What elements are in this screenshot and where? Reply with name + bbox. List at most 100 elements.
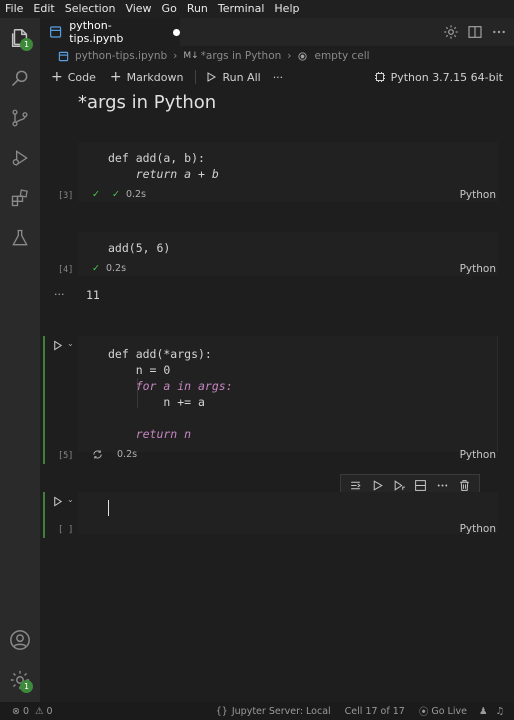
- kernel-label: Python 3.7.15 64-bit: [390, 70, 503, 84]
- breadcrumb-file[interactable]: python-tips.ipynb: [75, 50, 167, 62]
- status-bar: ⊗ 0 ⚠ 0 {} Jupyter Server: Local Cell 17…: [0, 702, 514, 720]
- unsaved-dot-icon[interactable]: [173, 28, 180, 36]
- warning-icon: ⚠: [35, 705, 44, 717]
- add-code-label: Code: [67, 70, 96, 84]
- account-icon[interactable]: [8, 628, 32, 652]
- chevron-down-icon[interactable]: ⌄: [67, 495, 74, 504]
- gear-icon[interactable]: [443, 24, 459, 40]
- notebook-toolbar: + Code + Markdown Run All ··· Python 3.7…: [40, 66, 514, 88]
- breadcrumb-cell[interactable]: empty cell: [314, 50, 369, 62]
- cell-icon: [298, 51, 308, 61]
- execution-count: [5]: [58, 451, 74, 461]
- plus-icon: +: [51, 69, 63, 85]
- cell-code[interactable]: def add(*args): n = 0 for a in args: n +…: [108, 346, 233, 442]
- cell-language[interactable]: Python: [460, 263, 496, 275]
- cell-status: ✓ ✓ 0.2s: [92, 189, 146, 200]
- execution-time: 0.2s: [125, 189, 146, 200]
- cell-language[interactable]: Python: [460, 523, 496, 535]
- delete-trash-icon[interactable]: [458, 479, 471, 492]
- testing-flask-icon[interactable]: [8, 226, 32, 250]
- cell-focus-indicator: [43, 492, 45, 538]
- settings-gear-icon[interactable]: 1: [8, 668, 33, 693]
- menu-edit[interactable]: Edit: [28, 0, 59, 18]
- code-braces-icon: {}: [215, 705, 228, 717]
- kernel-picker[interactable]: Python 3.7.15 64-bit: [374, 71, 503, 84]
- toolbar-more-icon[interactable]: ···: [273, 71, 284, 84]
- menu-help[interactable]: Help: [269, 0, 304, 18]
- code-line: return n: [108, 427, 192, 441]
- code-cell-empty[interactable]: [78, 492, 498, 534]
- editor-tab[interactable]: python-tips.ipynb: [40, 18, 180, 46]
- chevron-right-icon: ›: [287, 50, 292, 62]
- explorer-badge: 1: [20, 38, 33, 51]
- run-cell-icon[interactable]: [52, 496, 63, 507]
- tab-title: python-tips.ipynb: [69, 19, 124, 45]
- code-line: n += a: [108, 395, 205, 409]
- notebook-file-icon: [50, 26, 62, 38]
- menu-terminal[interactable]: Terminal: [213, 0, 270, 18]
- notebook-file-icon: [58, 51, 69, 61]
- menu-go[interactable]: Go: [157, 0, 182, 18]
- chevron-down-icon[interactable]: ⌄: [67, 339, 74, 348]
- menu-file[interactable]: File: [0, 0, 28, 18]
- notifications-bell-icon[interactable]: ♫: [495, 706, 504, 717]
- error-icon: ⊗: [12, 705, 20, 717]
- more-icon[interactable]: [436, 479, 449, 492]
- tab-bar: python-tips.ipynb: [40, 18, 514, 46]
- run-below-icon[interactable]: [393, 479, 406, 492]
- execute-cell-icon[interactable]: [371, 479, 384, 492]
- cell-language[interactable]: Python: [460, 189, 496, 201]
- go-live-label: Go Live: [431, 705, 467, 717]
- run-above-icon[interactable]: [349, 479, 362, 492]
- error-count: 0: [22, 705, 30, 717]
- jupyter-server-label: Jupyter Server: Local: [231, 705, 331, 717]
- code-line: return a + b: [108, 167, 219, 181]
- search-icon[interactable]: [8, 66, 32, 90]
- execution-time: 0.2s: [105, 263, 127, 274]
- execution-count: [ ]: [58, 525, 74, 535]
- warning-count: 0: [46, 705, 53, 717]
- split-editor-icon[interactable]: [467, 24, 483, 40]
- split-cell-icon[interactable]: [414, 479, 427, 492]
- execution-count: [4]: [58, 265, 74, 275]
- cell-language[interactable]: Python: [460, 449, 496, 461]
- execution-time: 0.2s: [117, 449, 138, 460]
- source-control-icon[interactable]: [8, 106, 32, 130]
- execution-count: [3]: [58, 191, 74, 201]
- menu-run[interactable]: Run: [182, 0, 213, 18]
- menu-view[interactable]: View: [120, 0, 156, 18]
- go-live-button[interactable]: ⦿ Go Live: [419, 704, 467, 719]
- cell-code[interactable]: add(5, 6): [108, 240, 170, 256]
- breadcrumb-section[interactable]: *args in Python: [201, 50, 282, 62]
- run-all-label: Run All: [222, 70, 261, 84]
- menu-bar: File Edit Selection View Go Run Terminal…: [0, 0, 514, 18]
- add-code-cell-button[interactable]: + Code: [51, 69, 96, 85]
- add-markdown-cell-button[interactable]: + Markdown: [110, 69, 184, 85]
- run-all-icon: [207, 72, 217, 82]
- cell-status: 0.2s: [92, 449, 137, 460]
- feedback-icon[interactable]: ♟: [479, 706, 488, 717]
- breadcrumb: python-tips.ipynb › M↓ *args in Python ›…: [40, 46, 514, 66]
- cell-focus-indicator: [43, 336, 45, 464]
- run-all-button[interactable]: Run All: [205, 70, 261, 84]
- problems-indicator[interactable]: ⊗ 0 ⚠ 0: [12, 706, 53, 717]
- check-icon: ✓: [92, 189, 100, 200]
- plus-icon: +: [109, 69, 122, 85]
- code-line: def add(*args):: [108, 347, 212, 361]
- jupyter-server-status[interactable]: {} Jupyter Server: Local: [216, 706, 331, 717]
- run-debug-icon[interactable]: [8, 146, 32, 170]
- run-cell-icon[interactable]: [52, 340, 63, 351]
- sync-icon: [93, 450, 102, 459]
- check-icon: ✓: [92, 263, 100, 274]
- output-more-icon[interactable]: ···: [54, 288, 65, 301]
- menu-selection[interactable]: Selection: [60, 0, 121, 18]
- cell-code[interactable]: def add(a, b): return a + b: [108, 150, 219, 182]
- text-cursor: [108, 500, 109, 516]
- notebook-editor: *args in Python def add(a, b): return a …: [40, 88, 514, 702]
- code-line: add(5, 6): [108, 241, 171, 255]
- explorer-icon[interactable]: 1: [8, 26, 33, 51]
- cell-position[interactable]: Cell 17 of 17: [345, 706, 405, 717]
- extensions-icon[interactable]: [8, 186, 32, 210]
- code-line: def add(a, b):: [108, 151, 205, 165]
- more-actions-icon[interactable]: [491, 24, 507, 40]
